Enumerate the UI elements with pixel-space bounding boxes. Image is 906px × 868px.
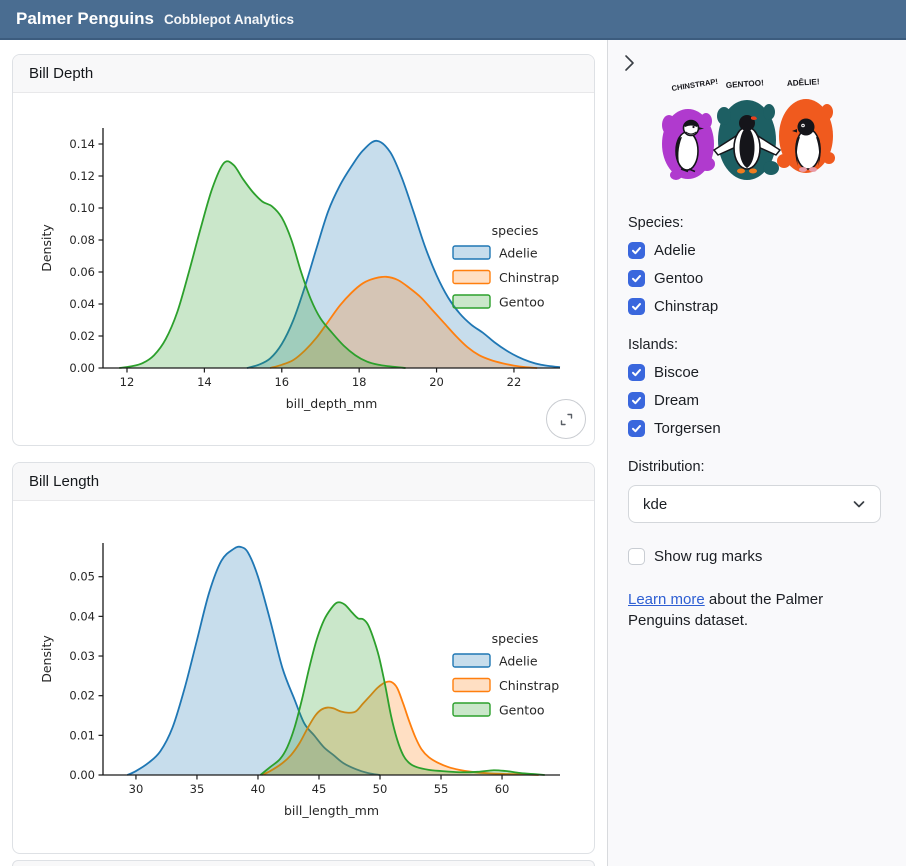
expand-fullscreen-icon [559,412,574,427]
learn-more-link[interactable]: Learn more [628,591,705,608]
svg-text:bill_depth_mm: bill_depth_mm [286,396,378,411]
svg-text:20: 20 [429,375,444,389]
svg-text:18: 18 [352,375,367,389]
checkbox-gentoo-checked[interactable] [628,270,645,287]
penguin-artwork: CHINSTRAP! GENTOO! ADĒLIE! [656,76,882,193]
sidebar-footer-text: Learn more about the Palmer Penguins dat… [628,590,863,631]
bill-length-plot-area: 30 35 40 45 50 55 60 0.00 0.01 0.02 0.03 0.04 0.05 bi… [13,501,594,853]
svg-text:0.00: 0.00 [69,768,95,782]
main-content: Bill Depth 12 14 16 18 20 22 0.00 0.02 0.04 0.06 0… [0,40,607,866]
bill-length-kde-chart: 30 35 40 45 50 55 60 0.00 0.01 0.02 0.03 0.04 0.05 bi… [13,501,591,853]
svg-text:12: 12 [120,375,135,389]
svg-text:0.04: 0.04 [69,609,95,623]
svg-text:0.04: 0.04 [69,297,95,311]
svg-text:50: 50 [373,782,388,796]
checkbox-biscoe-checked[interactable] [628,364,645,381]
checkmark-icon [631,367,642,378]
svg-text:0.05: 0.05 [69,570,95,584]
checkbox-label: Torgersen [654,420,721,437]
svg-text:14: 14 [197,375,212,389]
svg-text:0.00: 0.00 [69,361,95,375]
checkmark-icon [631,395,642,406]
checkmark-icon [631,301,642,312]
checkmark-icon [631,245,642,256]
checkmark-icon [631,273,642,284]
app-subtitle: Cobblepot Analytics [164,12,294,27]
checkbox-row-chinstrap[interactable]: Chinstrap [628,298,882,315]
svg-text:Adelie: Adelie [499,246,538,261]
checkbox-label: Dream [654,392,699,409]
svg-text:35: 35 [190,782,205,796]
checkbox-row-adelie[interactable]: Adelie [628,242,882,259]
svg-text:0.12: 0.12 [69,169,95,183]
checkbox-row-biscoe[interactable]: Biscoe [628,364,882,381]
svg-text:0.03: 0.03 [69,649,95,663]
svg-text:0.10: 0.10 [69,201,95,215]
expand-card-button[interactable] [546,399,586,439]
svg-text:60: 60 [495,782,510,796]
checkbox-torgersen-checked[interactable] [628,420,645,437]
checkbox-label: Biscoe [654,364,699,381]
svg-text:40: 40 [251,782,266,796]
app-header: Palmer Penguins Cobblepot Analytics [0,0,906,40]
svg-text:30: 30 [129,782,144,796]
sidebar: CHINSTRAP! GENTOO! ADĒLIE! Species: Adel… [607,40,906,866]
svg-text:0.14: 0.14 [69,137,95,151]
next-card-top-edge [12,860,595,866]
checkbox-label: Chinstrap [654,298,718,315]
card-title: Bill Depth [13,55,594,93]
svg-text:0.02: 0.02 [69,329,95,343]
svg-text:Density: Density [39,635,54,683]
distribution-section-label: Distribution: [628,459,882,475]
svg-text:0.08: 0.08 [69,233,95,247]
app-title: Palmer Penguins [16,0,154,38]
checkbox-rug-unchecked[interactable] [628,548,645,565]
sidebar-collapse-button[interactable] [618,52,640,74]
svg-text:0.01: 0.01 [69,728,95,742]
card-bill-depth: Bill Depth 12 14 16 18 20 22 0.00 0.02 0.04 0.06 0… [12,54,595,446]
chevron-down-icon [852,497,866,511]
svg-text:22: 22 [507,375,522,389]
svg-text:Chinstrap: Chinstrap [499,270,559,285]
checkbox-row-torgersen[interactable]: Torgersen [628,420,882,437]
checkbox-dream-checked[interactable] [628,392,645,409]
card-bill-length: Bill Length 30 35 40 45 50 55 60 0.00 0.01 0.02 0.… [12,462,595,854]
bill-depth-plot-area: 12 14 16 18 20 22 0.00 0.02 0.04 0.06 0.08 0.10 0.12… [13,93,594,445]
checkbox-label: Show rug marks [654,548,762,565]
distribution-select[interactable]: kde [628,485,881,523]
checkmark-icon [631,423,642,434]
card-title: Bill Length [13,463,594,501]
checkbox-row-gentoo[interactable]: Gentoo [628,270,882,287]
svg-text:Density: Density [39,224,54,272]
checkbox-label: Adelie [654,242,696,259]
checkbox-chinstrap-checked[interactable] [628,298,645,315]
checkbox-row-dream[interactable]: Dream [628,392,882,409]
svg-text:16: 16 [274,375,289,389]
chevron-right-icon [618,52,640,74]
islands-section-label: Islands: [628,337,882,353]
svg-text:Gentoo: Gentoo [499,703,545,718]
checkbox-adelie-checked[interactable] [628,242,645,259]
bill-depth-kde-chart: 12 14 16 18 20 22 0.00 0.02 0.04 0.06 0.08 0.10 0.12… [13,93,591,445]
chinstrap-label: CHINSTRAP! [671,77,719,93]
svg-text:species: species [492,631,539,646]
gentoo-label: GENTOO! [726,78,765,90]
species-section-label: Species: [628,215,882,231]
svg-text:55: 55 [434,782,449,796]
svg-text:0.02: 0.02 [69,689,95,703]
svg-text:Chinstrap: Chinstrap [499,678,559,693]
svg-text:species: species [492,223,539,238]
svg-text:Adelie: Adelie [499,654,538,669]
checkbox-label: Gentoo [654,270,703,287]
svg-text:45: 45 [312,782,327,796]
svg-text:Gentoo: Gentoo [499,295,545,310]
adelie-label: ADĒLIE! [787,76,820,88]
checkbox-row-rug-marks[interactable]: Show rug marks [628,548,882,565]
svg-text:0.06: 0.06 [69,265,95,279]
svg-text:bill_length_mm: bill_length_mm [284,803,379,818]
distribution-select-value: kde [643,496,667,513]
